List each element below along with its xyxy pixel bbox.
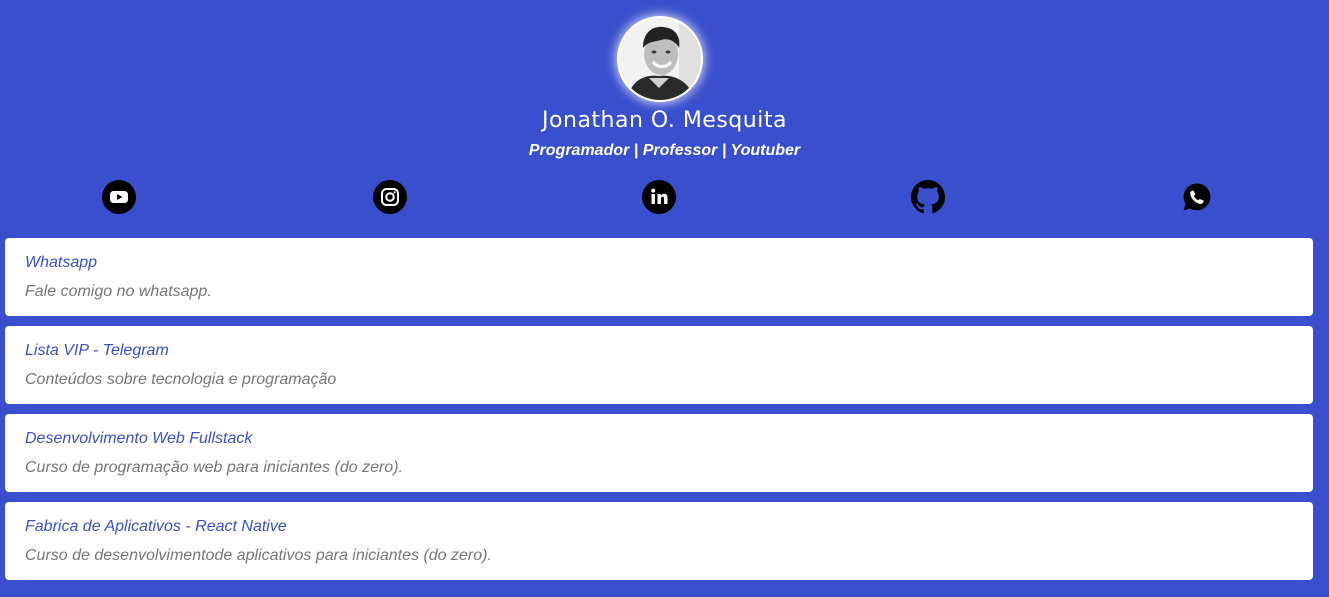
link-card-whatsapp[interactable]: Whatsapp Fale comigo no whatsapp. (5, 238, 1313, 316)
link-card-web-fullstack[interactable]: Desenvolvimento Web Fullstack Curso de p… (5, 414, 1313, 492)
whatsapp-icon (1183, 183, 1211, 211)
youtube-icon (102, 180, 136, 214)
link-card-react-native[interactable]: Fabrica de Aplicativos - React Native Cu… (5, 502, 1313, 580)
profile-header: Jonathan O. Mesquita Programador | Profe… (0, 0, 1329, 230)
card-description: Curso de programação web para iniciantes… (25, 459, 403, 476)
card-description: Curso de desenvolvimentode aplicativos p… (25, 547, 492, 564)
avatar-photo (619, 18, 701, 100)
card-title: Desenvolvimento Web Fullstack (25, 430, 253, 447)
card-description: Conteúdos sobre tecnologia e programação (25, 371, 337, 388)
profile-name: Jonathan O. Mesquita (542, 108, 787, 133)
linkedin-link[interactable] (642, 180, 676, 214)
whatsapp-link[interactable] (1182, 182, 1212, 212)
github-link[interactable] (911, 180, 945, 214)
youtube-link[interactable] (102, 180, 136, 214)
card-title: Fabrica de Aplicativos - React Native (25, 518, 287, 535)
instagram-icon (373, 180, 407, 214)
github-icon (911, 180, 945, 214)
card-title: Lista VIP - Telegram (25, 342, 169, 359)
profile-tagline: Programador | Professor | Youtuber (528, 142, 801, 159)
instagram-link[interactable] (373, 180, 407, 214)
linkedin-icon (642, 180, 676, 214)
avatar (617, 16, 703, 102)
link-card-telegram[interactable]: Lista VIP - Telegram Conteúdos sobre tec… (5, 326, 1313, 404)
card-description: Fale comigo no whatsapp. (25, 283, 212, 300)
card-title: Whatsapp (25, 254, 98, 271)
